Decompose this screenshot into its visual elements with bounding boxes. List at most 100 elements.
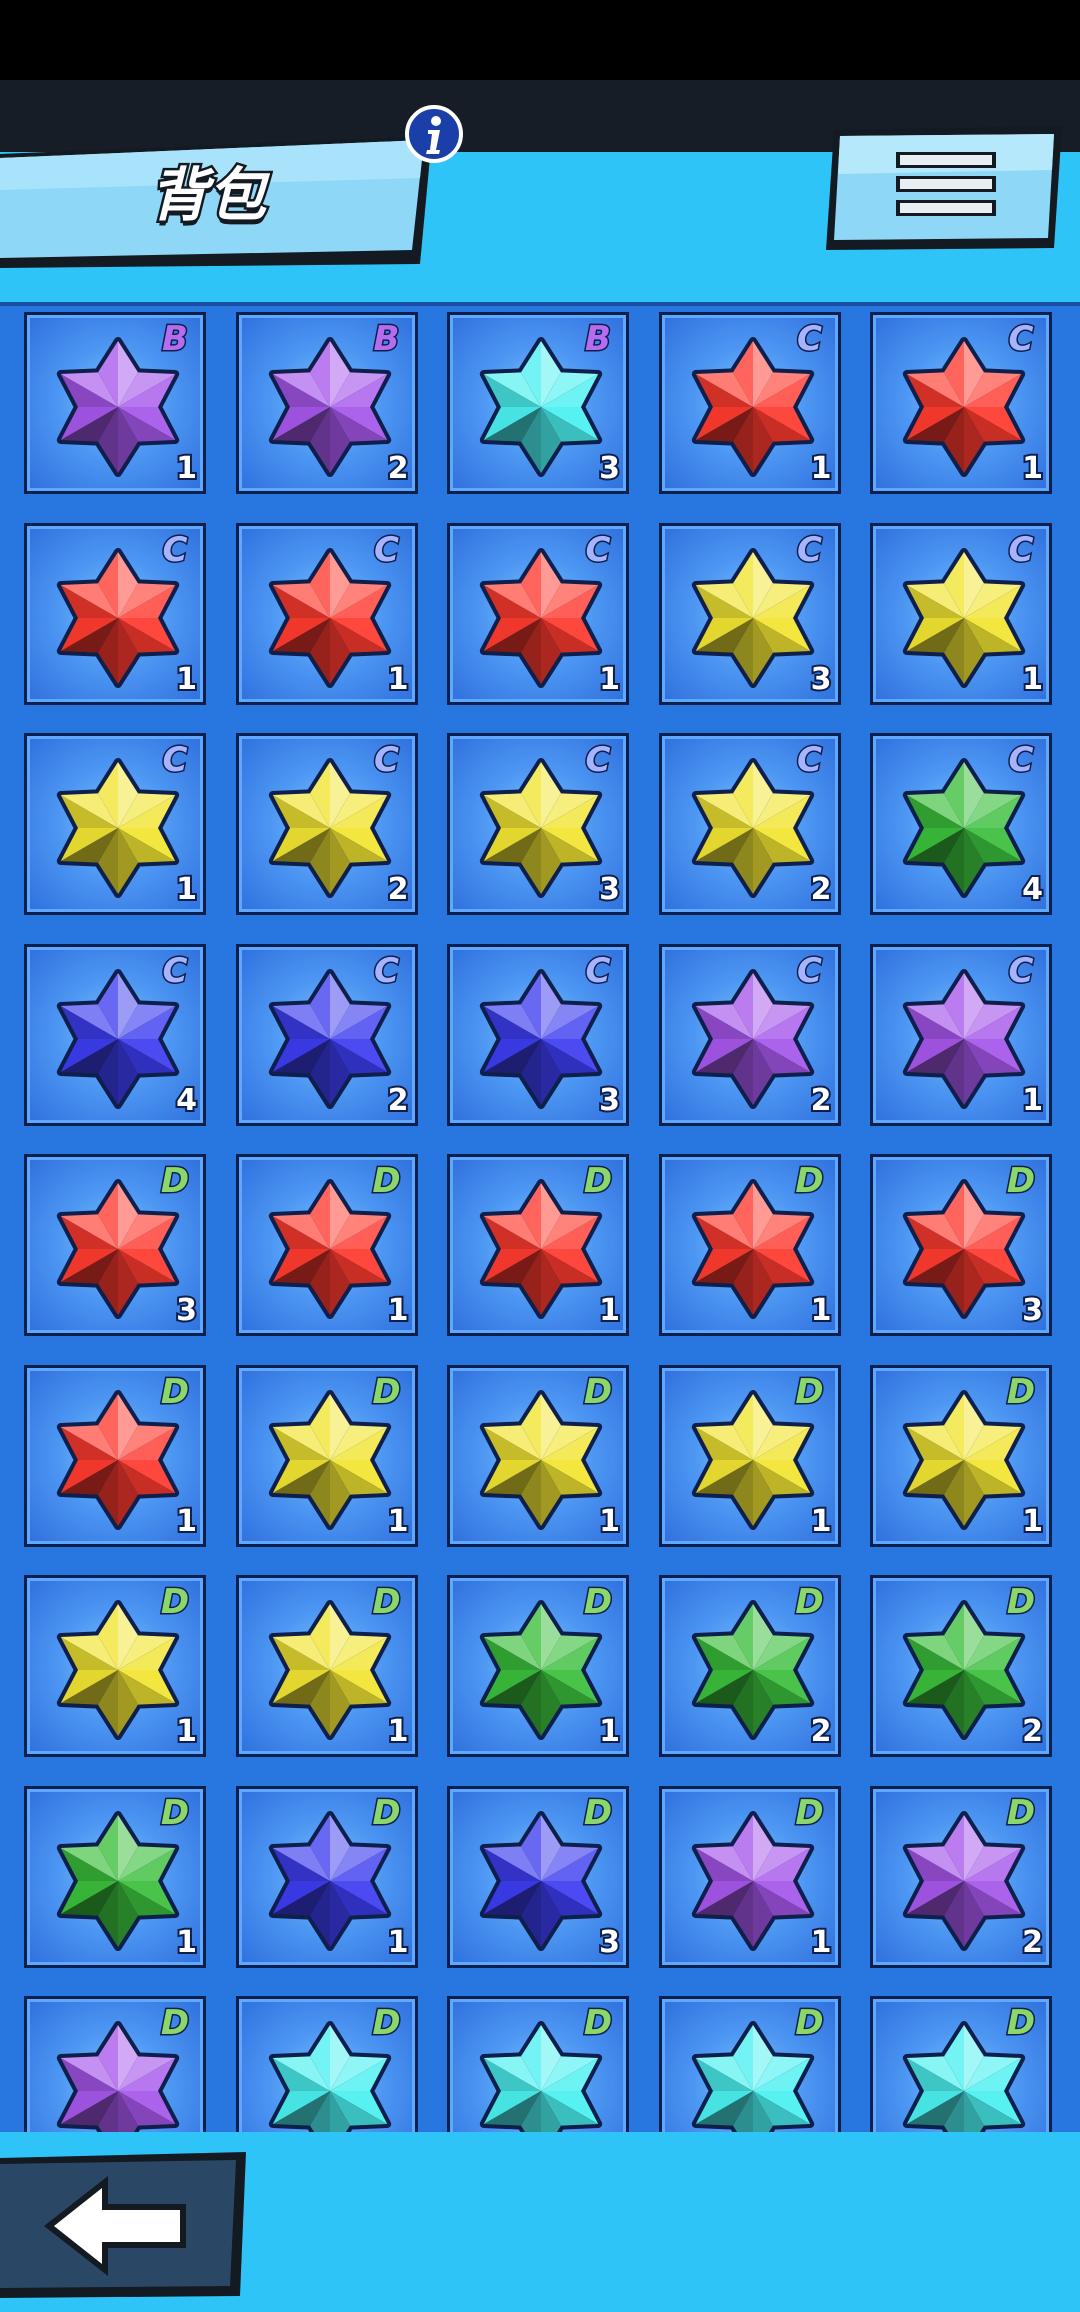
inventory-slot-cyan-gem[interactable]: D [235,1996,418,2132]
rank-badge: D [582,1370,613,1413]
rank-badge: D [159,1160,190,1203]
inventory-slot-yellow-gem[interactable]: C2 [235,733,418,915]
inventory-slot-cyan-gem[interactable]: D [658,1996,841,2132]
item-count: 1 [597,660,622,699]
rank-badge: C [796,739,824,782]
item-count: 1 [597,1291,622,1330]
inventory-slot-yellow-gem[interactable]: C2 [658,733,841,915]
item-count: 1 [174,660,199,699]
inventory-slot-purple-gem[interactable]: B2 [235,312,418,494]
inventory-slot-red-gem[interactable]: D1 [658,1154,841,1336]
rank-badge: D [794,1370,825,1413]
inventory-slot-green-gem[interactable]: D1 [24,1785,206,1968]
inventory-slot-red-gem[interactable]: C1 [235,522,418,705]
inventory-slot-purple-gem[interactable]: C1 [870,943,1052,1126]
item-count: 1 [174,449,199,488]
inventory-slot-yellow-gem[interactable]: C1 [870,522,1052,705]
inventory-slot-red-gem[interactable]: D1 [447,1154,629,1336]
rank-badge: D [159,1370,190,1413]
rank-badge: D [582,2002,613,2045]
inventory-slot-red-gem[interactable]: C1 [447,522,629,705]
rank-badge: C [796,318,824,361]
item-count: 3 [174,1291,199,1330]
menu-button[interactable] [826,126,1066,252]
inventory-slot-blue-gem[interactable]: D3 [447,1785,629,1968]
inventory-slot-purple-gem[interactable]: D1 [658,1785,841,1968]
hamburger-menu-icon [896,152,996,216]
inventory-slot-blue-gem[interactable]: D1 [235,1785,418,1968]
inventory-slot-red-gem[interactable]: D3 [24,1154,206,1336]
inventory-slot-cyan-gem[interactable]: D [447,1996,629,2132]
item-count: 1 [597,1712,622,1751]
rank-badge: C [1007,318,1035,361]
inventory-slot-red-gem[interactable]: D1 [24,1364,206,1547]
inventory-slot-yellow-gem[interactable]: C3 [447,733,629,915]
item-count: 1 [809,1923,834,1962]
item-count: 1 [174,1502,199,1541]
item-count: 1 [1020,660,1045,699]
inventory-slot-yellow-gem[interactable]: D1 [235,1364,418,1547]
inventory-panel[interactable]: B1 B2 B3 C1 C1 C1 C1 C1 C3 C1 C 1 C 2 C … [0,302,1080,2132]
rank-badge: D [371,2002,402,2045]
page-title: 背包 [148,159,269,232]
rank-badge: D [582,1791,613,1834]
inventory-slot-purple-gem[interactable]: C2 [658,943,841,1126]
inventory-slot-green-gem[interactable]: D2 [658,1575,841,1757]
inventory-slot-blue-gem[interactable]: C3 [447,943,629,1126]
inventory-slot-yellow-gem[interactable]: D1 [24,1575,206,1757]
inventory-slot-green-gem[interactable]: D2 [870,1575,1052,1757]
inventory-slot-blue-gem[interactable]: C4 [24,943,206,1126]
rank-badge: D [1005,1370,1036,1413]
info-icon[interactable] [404,104,464,164]
inventory-slot-cyan-gem[interactable]: B3 [447,312,629,494]
item-count: 1 [809,449,834,488]
inventory-slot-red-gem[interactable]: D1 [235,1154,418,1336]
rank-badge: C [584,739,612,782]
item-count: 1 [174,1712,199,1751]
rank-badge: D [1005,1160,1036,1203]
inventory-slot-yellow-gem[interactable]: D1 [870,1364,1052,1547]
inventory-slot-purple-gem[interactable]: D2 [870,1785,1052,1968]
rank-badge: D [371,1160,402,1203]
item-count: 3 [1020,1291,1045,1330]
inventory-slot-red-gem[interactable]: C1 [24,522,206,705]
rank-badge: C [373,528,401,571]
rank-badge: D [1005,2002,1036,2045]
rank-badge: D [794,1160,825,1203]
rank-badge: C [1007,528,1035,571]
back-button[interactable] [0,2152,250,2300]
item-count: 1 [386,1502,411,1541]
inventory-slot-green-gem[interactable]: D1 [447,1575,629,1757]
inventory-slot-yellow-gem[interactable]: D1 [447,1364,629,1547]
inventory-slot-red-gem[interactable]: D3 [870,1154,1052,1336]
rank-badge: D [794,2002,825,2045]
item-count: 1 [174,1923,199,1962]
item-count: 1 [809,1502,834,1541]
inventory-slot-yellow-gem[interactable]: C3 [658,522,841,705]
item-count: 4 [1020,870,1045,909]
inventory-slot-yellow-gem[interactable]: D1 [658,1364,841,1547]
panel-border [0,302,1080,306]
inventory-slot-purple-gem[interactable]: B1 [24,312,206,494]
rank-badge: D [159,1791,190,1834]
inventory-slot-yellow-gem[interactable]: C1 [24,733,206,915]
item-count: 3 [597,1081,622,1120]
item-count: 3 [597,1923,622,1962]
rank-badge: C [161,949,189,992]
inventory-slot-cyan-gem[interactable]: D [870,1996,1052,2132]
inventory-slot-green-gem[interactable]: C4 [870,733,1052,915]
inventory-slot-red-gem[interactable]: C1 [870,312,1052,494]
inventory-slot-red-gem[interactable]: C1 [658,312,841,494]
rank-badge: C [373,949,401,992]
inventory-slot-yellow-gem[interactable]: D1 [235,1575,418,1757]
item-count: 2 [809,1081,834,1120]
rank-badge: C [161,739,189,782]
item-count: 1 [1020,1502,1045,1541]
rank-badge: C [1007,739,1035,782]
inventory-slot-blue-gem[interactable]: C2 [235,943,418,1126]
rank-badge: B [161,318,190,361]
item-count: 2 [809,1712,834,1751]
item-count: 2 [1020,1923,1045,1962]
inventory-slot-purple-gem[interactable]: D [24,1996,206,2132]
item-count: 2 [809,870,834,909]
